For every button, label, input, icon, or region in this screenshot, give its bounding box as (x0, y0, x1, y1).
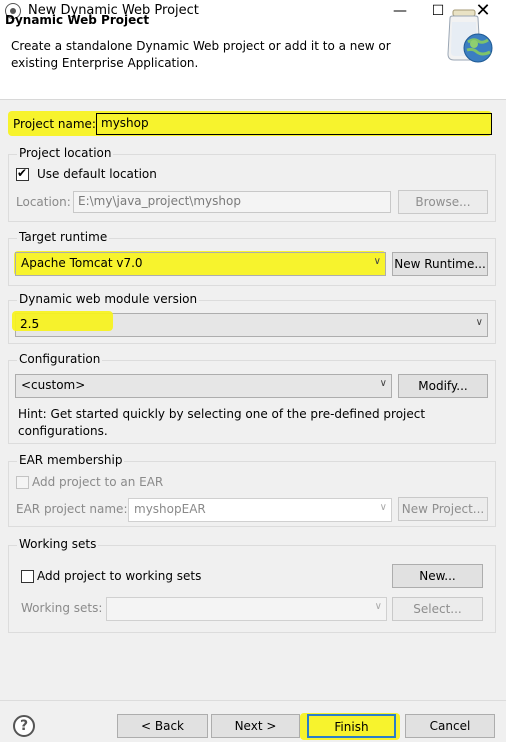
target-runtime-heading: Target runtime (17, 230, 110, 244)
new-runtime-button[interactable]: New Runtime... (392, 252, 488, 276)
footer-separator (0, 700, 506, 701)
chevron-down-icon: ∨ (379, 378, 387, 389)
chevron-down-icon: ∨ (373, 256, 381, 267)
finish-button[interactable]: Finish (307, 714, 396, 738)
chevron-down-icon: ∨ (475, 317, 483, 328)
configuration-value: <custom> (21, 378, 86, 392)
location-label: Location: (16, 195, 71, 209)
add-to-working-sets-checkbox[interactable] (21, 570, 34, 583)
checkmark-icon: ✔ (17, 166, 28, 180)
chevron-down-icon: ∨ (379, 502, 387, 513)
location-input[interactable]: E:\my\java_project\myshop (73, 191, 391, 213)
wizard-description: Create a standalone Dynamic Web project … (11, 39, 391, 70)
module-version-value-overlay: 2.5 (20, 317, 40, 331)
wizard-title: Dynamic Web Project (5, 13, 150, 27)
add-to-working-sets-label: Add project to working sets (37, 569, 202, 583)
working-sets-dropdown[interactable]: ∨ (106, 597, 387, 621)
working-sets-label: Working sets: (21, 601, 103, 615)
configuration-dropdown[interactable]: <custom> ∨ (15, 374, 392, 398)
add-to-ear-checkbox[interactable] (16, 476, 29, 489)
web-project-icon (447, 9, 493, 63)
use-default-location-label: Use default location (37, 167, 157, 181)
use-default-location-checkbox[interactable]: ✔ (16, 166, 29, 181)
browse-button[interactable]: Browse... (398, 190, 488, 214)
module-version-heading: Dynamic web module version (17, 292, 200, 306)
select-working-sets-button[interactable]: Select... (392, 597, 483, 621)
new-ear-project-button[interactable]: New Project... (398, 497, 488, 521)
ear-membership-heading: EAR membership (17, 453, 125, 467)
back-button[interactable]: < Back (117, 714, 208, 738)
minimize-button[interactable]: — (380, 0, 420, 24)
ear-project-name-label: EAR project name: (16, 502, 128, 516)
configuration-heading: Configuration (17, 352, 103, 366)
cancel-button[interactable]: Cancel (405, 714, 495, 738)
project-name-label: Project name: (13, 117, 96, 131)
configuration-hint: Hint: Get started quickly by selecting o… (18, 407, 426, 438)
project-location-heading: Project location (17, 146, 114, 160)
chevron-down-icon: ∨ (374, 601, 382, 612)
working-sets-heading: Working sets (17, 537, 99, 551)
modify-button[interactable]: Modify... (398, 374, 488, 398)
add-to-ear-label: Add project to an EAR (32, 475, 164, 489)
ear-project-name-value: myshopEAR (134, 502, 206, 516)
next-button[interactable]: Next > (211, 714, 300, 738)
target-runtime-dropdown[interactable]: Apache Tomcat v7.0 ∨ (15, 252, 386, 276)
target-runtime-value: Apache Tomcat v7.0 (21, 256, 143, 270)
new-working-set-button[interactable]: New... (392, 564, 483, 588)
project-name-input[interactable]: myshop (96, 113, 492, 135)
help-icon[interactable]: ? (13, 715, 35, 737)
ear-project-name-dropdown[interactable]: myshopEAR ∨ (128, 498, 392, 522)
